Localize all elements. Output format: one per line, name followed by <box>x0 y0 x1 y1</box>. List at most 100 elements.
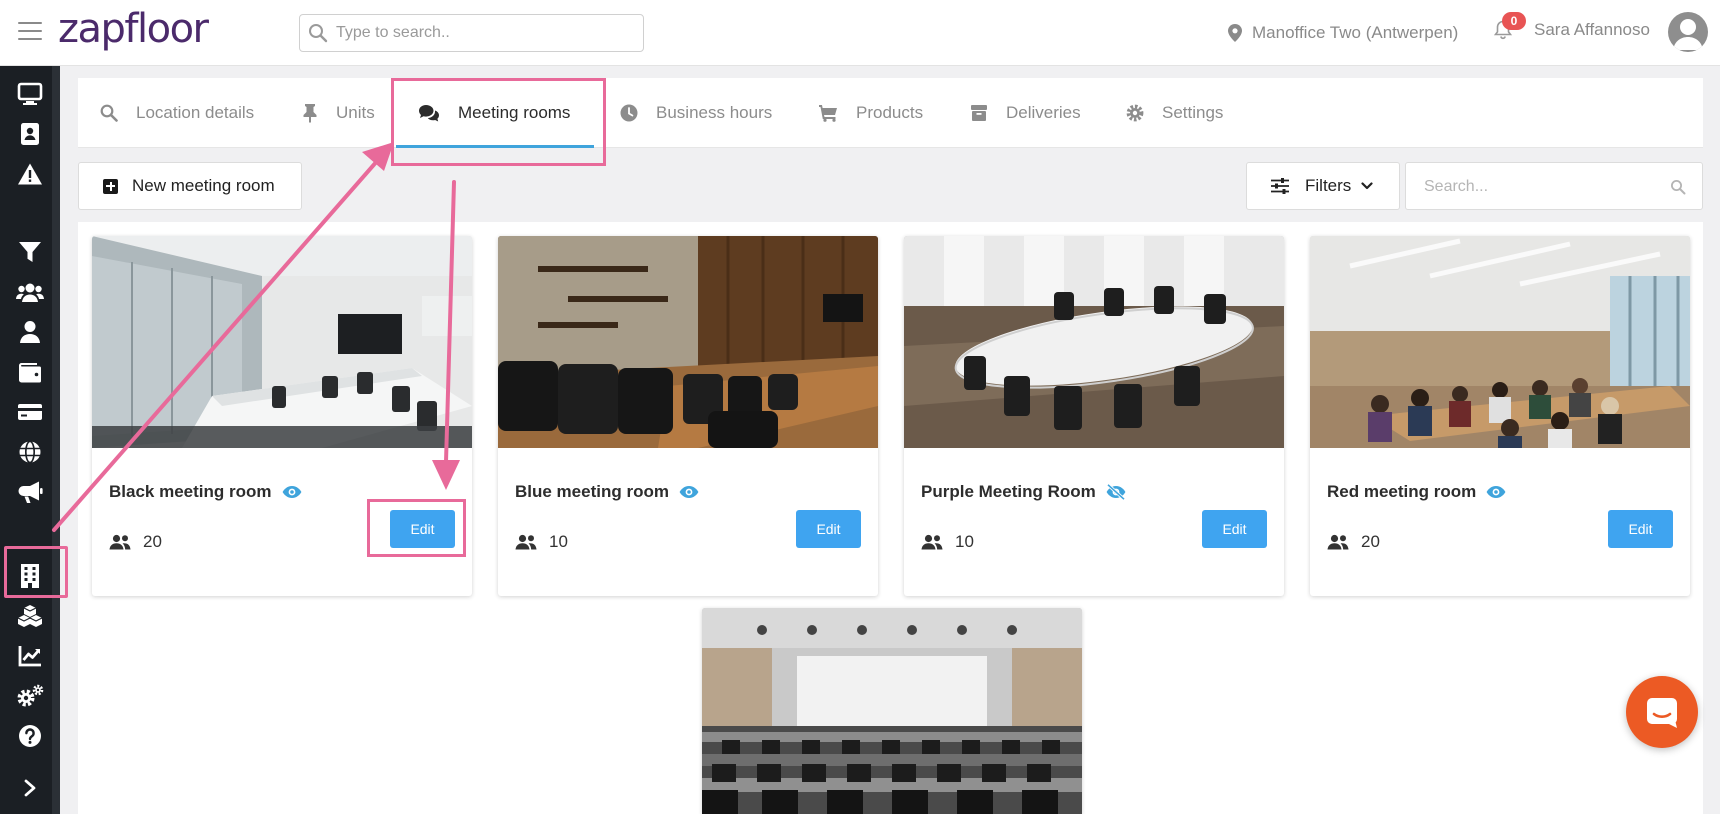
global-search-input[interactable] <box>336 21 636 45</box>
tab-bar: Location details Units Meeting rooms Bus… <box>78 78 1703 148</box>
meeting-room-card: Blue meeting room 10 Edit <box>498 236 878 596</box>
room-search-input[interactable] <box>1424 175 1654 199</box>
cubes-icon[interactable] <box>16 602 44 630</box>
edit-button[interactable]: Edit <box>796 510 861 548</box>
plus-square-icon <box>103 178 118 194</box>
users-icon <box>515 534 537 550</box>
room-name-text: Red meeting room <box>1327 482 1477 501</box>
map-pin-icon <box>1228 24 1242 42</box>
edit-highlight-box <box>367 499 466 557</box>
room-capacity: 10 <box>515 532 568 552</box>
eye-icon[interactable] <box>282 485 302 499</box>
top-bar: zapfloor Manoffice Two (Antwerpen) 0 Sar… <box>0 0 1720 66</box>
room-search[interactable] <box>1405 162 1703 210</box>
gear-icon <box>1126 104 1144 122</box>
cart-icon <box>818 104 838 122</box>
eye-icon[interactable] <box>1486 485 1506 499</box>
logo[interactable]: zapfloor <box>58 6 209 52</box>
room-name-text: Black meeting room <box>109 482 272 501</box>
tab-label: Business hours <box>656 103 773 122</box>
chat-icon <box>1647 698 1677 728</box>
user-icon[interactable] <box>16 318 44 346</box>
tab-label: Products <box>856 103 924 122</box>
tab-label: Settings <box>1162 103 1224 122</box>
eye-icon[interactable] <box>679 485 699 499</box>
cogs-icon[interactable] <box>16 682 44 710</box>
box-icon <box>970 104 988 122</box>
globe-icon[interactable] <box>16 438 44 466</box>
tab-products[interactable]: Products <box>818 78 923 148</box>
chevron-down-icon <box>1361 182 1373 190</box>
room-capacity: 20 <box>109 532 162 552</box>
tab-location-details[interactable]: Location details <box>100 78 254 148</box>
user-avatar-icon <box>1673 19 1703 50</box>
hamburger-menu-icon[interactable] <box>18 22 42 42</box>
location-selector[interactable]: Manoffice Two (Antwerpen) <box>1228 20 1458 46</box>
new-meeting-room-button[interactable]: New meeting room <box>78 162 302 210</box>
filter-icon[interactable] <box>16 238 44 266</box>
side-navigation <box>0 66 60 814</box>
room-capacity: 10 <box>921 532 974 552</box>
desktop-icon[interactable] <box>16 80 44 108</box>
capacity-value: 10 <box>549 532 568 551</box>
tab-label: Deliveries <box>1006 103 1081 122</box>
room-capacity: 20 <box>1327 532 1380 552</box>
tab-highlight-box <box>391 78 606 166</box>
megaphone-icon[interactable] <box>16 478 44 506</box>
room-name-text: Purple Meeting Room <box>921 482 1096 501</box>
meeting-room-card: Purple Meeting Room 10 Edit <box>904 236 1284 596</box>
filters-label: Filters <box>1305 176 1352 195</box>
tab-label: Location details <box>136 103 255 122</box>
capacity-value: 20 <box>143 532 162 551</box>
users-icon <box>1327 534 1349 550</box>
users-icon <box>921 534 943 550</box>
address-book-icon[interactable] <box>16 120 44 148</box>
room-photo[interactable] <box>904 236 1284 448</box>
new-meeting-room-label: New meeting room <box>132 176 275 195</box>
search-icon <box>309 24 328 43</box>
tab-label: Units <box>336 103 375 122</box>
user-name[interactable]: Sara Affannoso <box>1534 20 1650 40</box>
users-icon[interactable] <box>16 278 44 306</box>
edit-button[interactable]: Edit <box>1202 510 1267 548</box>
chart-line-icon[interactable] <box>16 642 44 670</box>
room-photo[interactable] <box>92 236 472 448</box>
tab-settings[interactable]: Settings <box>1126 78 1223 148</box>
room-name: Blue meeting room <box>515 482 699 502</box>
warning-icon[interactable] <box>16 160 44 188</box>
tab-deliveries[interactable]: Deliveries <box>970 78 1081 148</box>
clock-icon <box>620 104 638 122</box>
tab-units[interactable]: Units <box>302 78 375 148</box>
chat-launcher[interactable] <box>1626 676 1698 748</box>
capacity-value: 10 <box>955 532 974 551</box>
help-icon[interactable] <box>16 722 44 750</box>
meeting-room-card <box>702 608 1082 814</box>
search-icon <box>1671 180 1686 195</box>
room-name-text: Blue meeting room <box>515 482 669 501</box>
tab-business-hours[interactable]: Business hours <box>620 78 772 148</box>
filters-button[interactable]: Filters <box>1246 162 1400 210</box>
room-photo[interactable] <box>1310 236 1690 448</box>
notification-badge: 0 <box>1502 12 1526 30</box>
room-photo[interactable] <box>702 608 1082 814</box>
meeting-room-card: Red meeting room 20 Edit <box>1310 236 1690 596</box>
meeting-room-grid: Black meeting room 20 Edit Blue meeting … <box>78 222 1703 814</box>
edit-button[interactable]: Edit <box>1608 510 1673 548</box>
wallet-icon[interactable] <box>16 358 44 386</box>
room-name: Purple Meeting Room <box>921 482 1126 502</box>
sliders-icon <box>1271 178 1289 194</box>
expand-chevron-icon[interactable] <box>16 774 44 802</box>
global-search[interactable] <box>299 14 644 52</box>
capacity-value: 20 <box>1361 532 1380 551</box>
search-icon <box>100 104 118 122</box>
eye-slash-icon[interactable] <box>1106 484 1126 500</box>
nav-highlight-box <box>4 546 68 598</box>
avatar[interactable] <box>1668 12 1708 52</box>
room-name: Red meeting room <box>1327 482 1506 502</box>
room-name: Black meeting room <box>109 482 302 502</box>
room-photo[interactable] <box>498 236 878 448</box>
credit-card-icon[interactable] <box>16 398 44 426</box>
location-label: Manoffice Two (Antwerpen) <box>1252 23 1459 42</box>
users-icon <box>109 534 131 550</box>
sidebar-scrollbar[interactable] <box>52 66 60 814</box>
